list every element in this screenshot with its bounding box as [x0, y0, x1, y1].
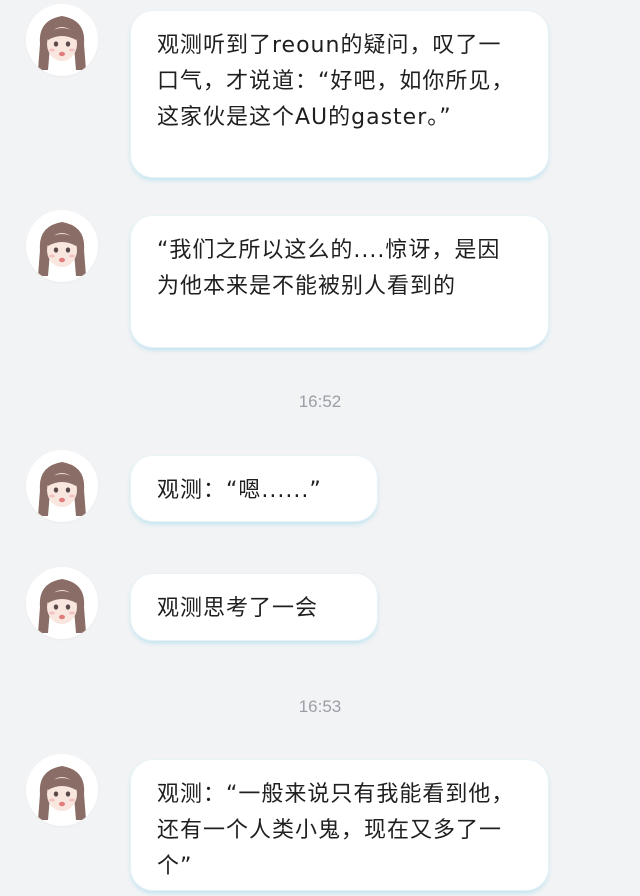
- sender-avatar[interactable]: [26, 450, 98, 522]
- message-bubble[interactable]: 观测思考了一会: [131, 574, 377, 640]
- anime-girl-avatar-icon: [26, 567, 98, 639]
- message-bubble[interactable]: 观测：“一般来说只有我能看到他，还有一个人类小鬼，现在又多了一个”: [131, 760, 548, 890]
- timestamp: 16:52: [298, 392, 342, 411]
- sender-avatar[interactable]: [26, 754, 98, 826]
- chat-thread[interactable]: 观测听到了reoun的疑问，叹了一口气，才说道：“好吧，如你所见，这家伙是这个A…: [0, 0, 640, 896]
- anime-girl-avatar-icon: [26, 210, 98, 282]
- message-bubble[interactable]: 观测：“嗯......”: [131, 456, 377, 521]
- sender-avatar[interactable]: [26, 4, 98, 76]
- message-bubble[interactable]: “我们之所以这么的....惊讶，是因为他本来是不能被别人看到的: [131, 216, 548, 347]
- message-bubble[interactable]: 观测听到了reoun的疑问，叹了一口气，才说道：“好吧，如你所见，这家伙是这个A…: [131, 11, 548, 177]
- sender-avatar[interactable]: [26, 567, 98, 639]
- anime-girl-avatar-icon: [26, 450, 98, 522]
- anime-girl-avatar-icon: [26, 4, 98, 76]
- sender-avatar[interactable]: [26, 210, 98, 282]
- timestamp: 16:53: [298, 697, 342, 716]
- anime-girl-avatar-icon: [26, 754, 98, 826]
